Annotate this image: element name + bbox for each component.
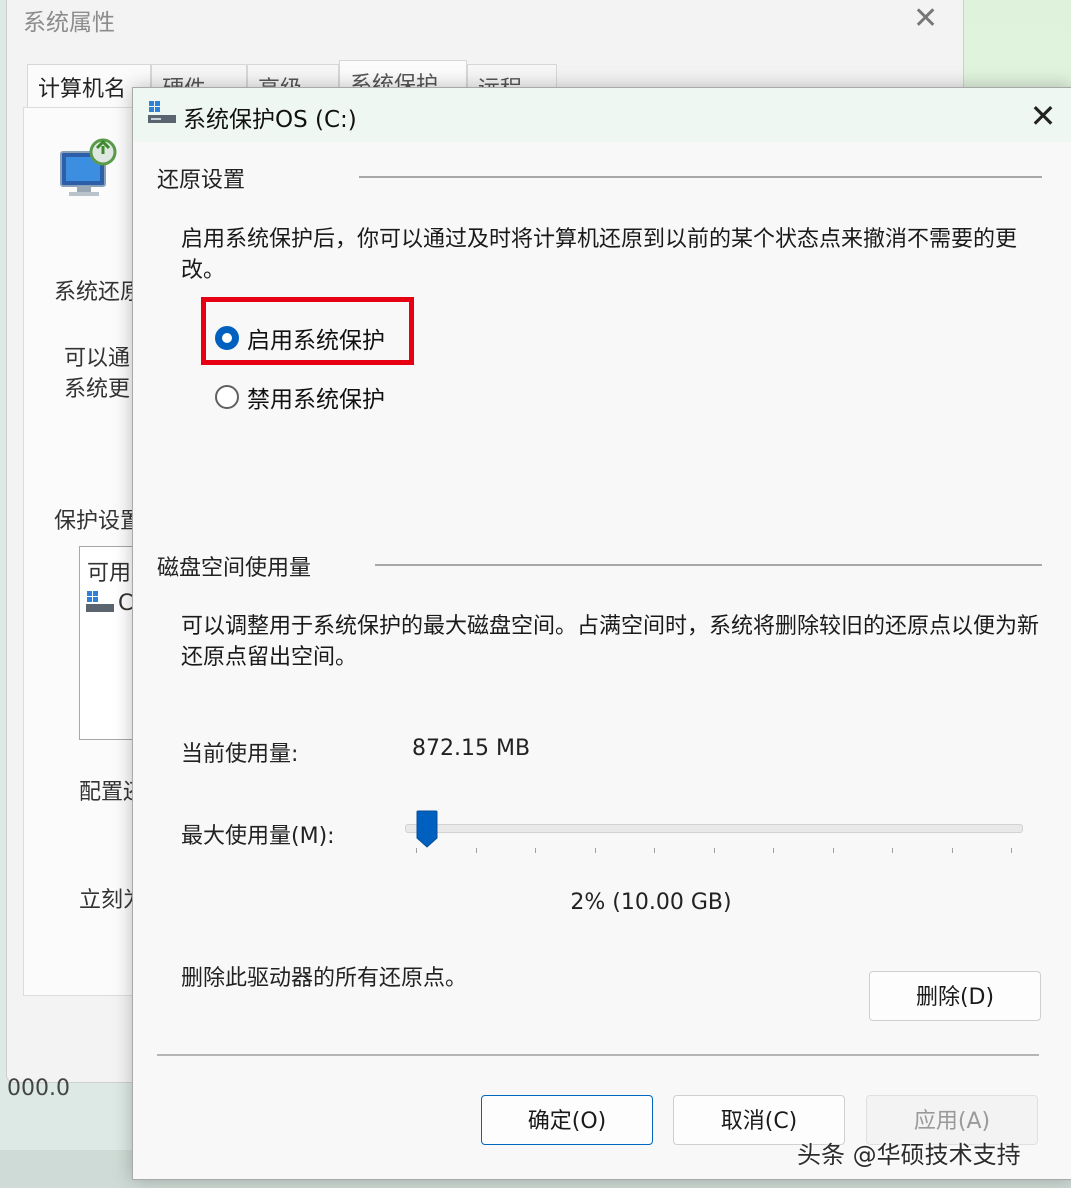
slider-tick [654,848,655,853]
current-usage-value: 872.15 MB [412,736,531,761]
max-usage-slider-thumb[interactable] [416,810,438,848]
delete-button[interactable]: 删除(D) [869,971,1041,1021]
max-usage-label: 最大使用量(M): [181,824,335,849]
drive-list-header: 可用 [87,561,132,586]
delete-restore-points-text: 删除此驱动器的所有还原点。 [181,966,468,991]
radio-enable-protection[interactable]: 启用系统保护 [215,322,385,354]
watermark-text: 头条 @华硕技术支持 [797,1141,1021,1169]
slider-tick [594,848,596,853]
dialog-title: 系统保护OS (C:) [183,107,357,133]
slider-tick [535,848,536,853]
radio-disable-protection[interactable]: 禁用系统保护 [215,381,385,413]
drive-icon [86,591,114,612]
radio-unchecked-icon[interactable] [215,385,239,409]
restore-group-line [359,176,1042,178]
slider-tick [1011,848,1012,853]
slider-tick [416,848,417,853]
back-desc-line1: 可以通 [64,346,131,371]
back-close-icon[interactable]: ✕ [913,2,938,36]
disk-usage-heading: 磁盘空间使用量 [157,550,324,582]
max-usage-slider-track[interactable] [405,824,1023,833]
slider-tick [892,848,893,853]
back-section-protect: 保护设置 [54,509,143,534]
radio-enable-label: 启用系统保护 [247,328,385,354]
slider-value-text: 2% (10.00 GB) [570,890,732,915]
back-footer-value: 000.0 [7,1076,70,1101]
slider-tick [951,848,953,853]
slider-tick [475,848,477,853]
dialog-titlebar[interactable]: 系统保护OS (C:) ✕ [133,88,1071,142]
ok-button[interactable]: 确定(O) [481,1095,653,1145]
footer-separator [157,1054,1039,1056]
system-restore-pc-icon [60,138,117,196]
current-usage-label: 当前使用量: [181,742,299,767]
back-window-title: 系统属性 [23,10,115,36]
back-desc-line2: 系统更 [64,377,131,402]
disk-group-line [375,564,1042,566]
restore-description: 启用系统保护后，你可以通过及时将计算机还原到以前的某个状态点来撤消不需要的更改。 [181,227,1018,283]
slider-tick [713,848,715,853]
slider-tick [832,848,834,853]
slider-tick [773,848,774,853]
radio-disable-label: 禁用系统保护 [247,387,385,413]
radio-checked-icon[interactable] [215,326,239,350]
drive-icon [148,101,176,123]
system-protection-dialog: 系统保护OS (C:) ✕ 还原设置 启用系统保护后，你可以通过及时将计算机还原… [132,87,1071,1180]
close-icon[interactable]: ✕ [1023,96,1063,136]
disk-usage-description: 可以调整用于系统保护的最大磁盘空间。占满空间时，系统将删除较旧的还原点以便为新还… [181,614,1040,670]
back-section-restore: 系统还原 [54,280,143,305]
restore-settings-heading: 还原设置 [157,162,258,194]
